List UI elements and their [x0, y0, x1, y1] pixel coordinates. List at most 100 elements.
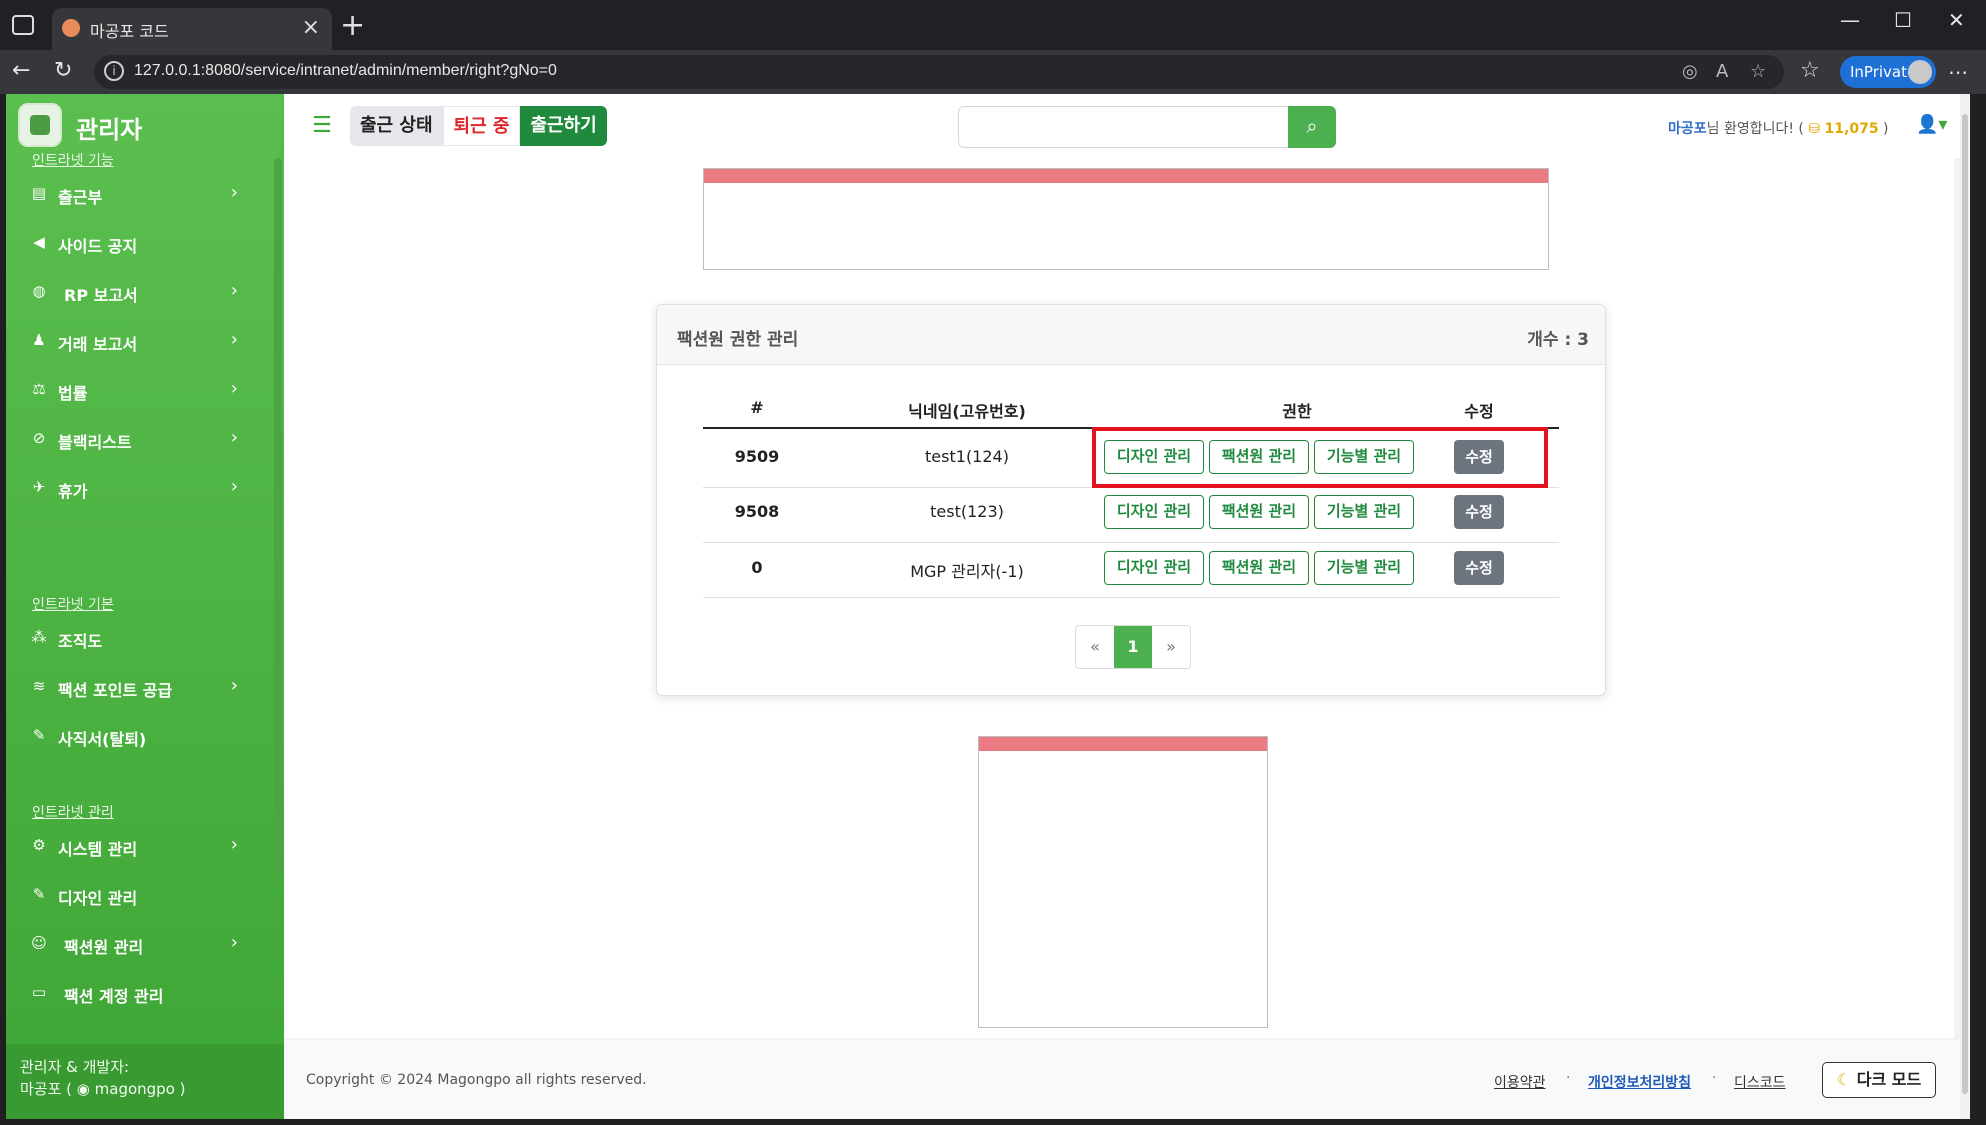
- welcome-message: 마공포님 환영합니다! ( ⛁ 11,075 ): [1668, 118, 1889, 138]
- row-id: 9508: [734, 502, 780, 521]
- terms-link[interactable]: 이용약관: [1494, 1072, 1546, 1092]
- footer-credit-name[interactable]: 마공포 ( ◉ magongpo ): [20, 1078, 186, 1099]
- favorite-star-icon[interactable]: ☆: [1750, 61, 1766, 82]
- dark-mode-label: 다크 모드: [1856, 1070, 1922, 1089]
- sidebar-item-label: 거래 보고서: [58, 335, 138, 354]
- pagination: « 1 »: [1075, 625, 1191, 669]
- ad-banner-bar: [704, 169, 1548, 183]
- page-prev[interactable]: «: [1076, 626, 1114, 668]
- sidebar-item-faction-points[interactable]: ≋ 팩션 포인트 공급 ›: [6, 667, 266, 707]
- gamepad-icon: ◍: [32, 282, 46, 300]
- separator: ·: [1566, 1070, 1571, 1086]
- site-info-icon[interactable]: i: [104, 61, 124, 81]
- tracking-icon[interactable]: ◎: [1682, 61, 1698, 82]
- url-text: 127.0.0.1:8080/service/intranet/admin/me…: [134, 62, 557, 79]
- brand[interactable]: 관리자: [6, 94, 284, 158]
- sidebar-item-org-chart[interactable]: ⁂ 조직도: [6, 618, 266, 658]
- search-button[interactable]: ⌕: [1288, 106, 1336, 148]
- welcome-text: 님 환영합니다! (: [1706, 121, 1804, 137]
- sidebar-item-side-notice[interactable]: ◀ 사이드 공지: [6, 223, 266, 263]
- card-title: 팩션원 권한 관리: [677, 330, 799, 350]
- sidebar-item-accounts[interactable]: ▭ 팩션 계정 관리: [6, 973, 266, 1013]
- row-nick: test(123): [930, 502, 1004, 521]
- sitemap-icon: ⁂: [31, 628, 47, 646]
- brand-name: 관리자: [76, 116, 143, 144]
- search-input[interactable]: [958, 106, 1292, 148]
- tab-title: 마공포 코드: [90, 22, 169, 41]
- gear-icon: ⚙: [32, 836, 46, 854]
- sidebar-item-vacation[interactable]: ✈ 휴가 ›: [6, 468, 266, 508]
- page-footer: Copyright © 2024 Magongpo all rights res…: [284, 1040, 1960, 1119]
- favorites-icon[interactable]: ☆: [1800, 58, 1820, 83]
- sidebar-item-label: 사직서(탈퇴): [58, 730, 147, 749]
- sidebar-item-rp-report[interactable]: ◍ RP 보고서 ›: [6, 272, 266, 312]
- more-icon[interactable]: ⋯: [1948, 60, 1968, 84]
- content-area: 팩션원 권한 관리 개수 : 3 # 닉네임(고유번호) 권한 수정 9509 …: [284, 158, 1954, 1038]
- sidebar-item-law[interactable]: ⚖ 법률 ›: [6, 370, 266, 410]
- sidebar-toggle-icon[interactable]: [12, 15, 34, 35]
- sidebar-item-trade-report[interactable]: ♟ 거래 보고서 ›: [6, 321, 266, 361]
- chevron-right-icon: ›: [230, 834, 238, 855]
- sidebar-item-label: 블랙리스트: [58, 433, 132, 452]
- minimize-icon[interactable]: —: [1840, 8, 1860, 32]
- refresh-icon[interactable]: ↻: [54, 58, 72, 83]
- sidebar-item-label: 팩션원 관리: [64, 938, 144, 957]
- sidebar-scrollbar[interactable]: [274, 158, 282, 878]
- inprivate-label: InPrivate: [1850, 63, 1917, 81]
- sidebar-item-label: 시스템 관리: [58, 840, 138, 859]
- url-field[interactable]: i 127.0.0.1:8080/service/intranet/admin/…: [94, 55, 1784, 89]
- maximize-icon[interactable]: ☐: [1894, 8, 1912, 32]
- sidebar-item-members[interactable]: ☺ 팩션원 관리 ›: [6, 924, 266, 964]
- dark-mode-button[interactable]: ☾ 다크 모드: [1822, 1062, 1936, 1098]
- separator: ·: [1712, 1070, 1717, 1086]
- sidebar-item-system[interactable]: ⚙ 시스템 관리 ›: [6, 826, 266, 866]
- sidebar-item-label: 출근부: [58, 188, 103, 207]
- highlight-box: [1092, 427, 1548, 488]
- page-next[interactable]: »: [1152, 626, 1190, 668]
- row-divider: [703, 542, 1559, 543]
- privacy-link[interactable]: 개인정보처리방침: [1588, 1072, 1691, 1092]
- sidebar-item-label: 팩션 계정 관리: [64, 987, 164, 1006]
- page-scrollbar[interactable]: [1960, 94, 1970, 1119]
- edit-button[interactable]: 수정: [1454, 495, 1504, 529]
- moon-icon: ☾: [1836, 1070, 1852, 1089]
- close-window-icon[interactable]: ✕: [1948, 8, 1965, 32]
- inprivate-badge[interactable]: InPrivate: [1840, 56, 1936, 88]
- chevron-right-icon: ›: [230, 427, 238, 448]
- member-manage-button[interactable]: 팩션원 관리: [1209, 551, 1309, 585]
- column-header: 닉네임(고유번호): [908, 402, 1026, 421]
- feature-manage-button[interactable]: 기능별 관리: [1314, 495, 1414, 529]
- member-manage-button[interactable]: 팩션원 관리: [1209, 495, 1309, 529]
- browser-tab[interactable]: 마공포 코드 ×: [52, 8, 332, 50]
- user-menu-icon[interactable]: 👤▾: [1916, 114, 1947, 135]
- section-title: 인트라넷 기본: [32, 597, 114, 613]
- plane-icon: ✈: [32, 478, 46, 496]
- hamburger-icon[interactable]: ☰: [304, 111, 340, 141]
- sidebar-item-design[interactable]: ✎ 디자인 관리: [6, 875, 266, 915]
- sidebar-item-resignation[interactable]: ✎ 사직서(탈퇴): [6, 716, 266, 756]
- close-tab-icon[interactable]: ×: [302, 15, 320, 40]
- design-manage-button[interactable]: 디자인 관리: [1104, 551, 1204, 585]
- read-aloud-icon[interactable]: A: [1716, 61, 1728, 82]
- chevron-right-icon: ›: [230, 280, 238, 301]
- sidebar-item-blacklist[interactable]: ⊘ 블랙리스트 ›: [6, 419, 266, 459]
- ad-banner-bottom[interactable]: [978, 736, 1268, 1028]
- welcome-nick[interactable]: 마공포: [1668, 121, 1707, 137]
- logo-icon: [18, 103, 62, 147]
- main-content: 팩션원 권한 관리 개수 : 3 # 닉네임(고유번호) 권한 수정 9509 …: [284, 158, 1964, 1119]
- ad-banner-top[interactable]: [703, 168, 1549, 270]
- checkin-button[interactable]: 출근하기: [520, 106, 607, 146]
- page-current[interactable]: 1: [1114, 626, 1152, 668]
- design-manage-button[interactable]: 디자인 관리: [1104, 495, 1204, 529]
- chevron-right-icon: ›: [230, 932, 238, 953]
- row-nick: MGP 관리자(-1): [910, 562, 1024, 581]
- back-icon[interactable]: ←: [12, 58, 30, 83]
- discord-link[interactable]: 디스코드: [1734, 1072, 1786, 1092]
- sidebar-item-attendance[interactable]: ▤ 출근부 ›: [6, 174, 266, 214]
- sidebar: 관리자 인트라넷 기능 ▤ 출근부 › ◀ 사이드 공지 ◍ RP 보고서 › …: [6, 94, 284, 1119]
- feature-manage-button[interactable]: 기능별 관리: [1314, 551, 1414, 585]
- edit-button[interactable]: 수정: [1454, 551, 1504, 585]
- new-tab-icon[interactable]: +: [340, 8, 365, 43]
- column-header: 권한: [1282, 402, 1312, 421]
- scrollbar-thumb[interactable]: [1962, 114, 1968, 1094]
